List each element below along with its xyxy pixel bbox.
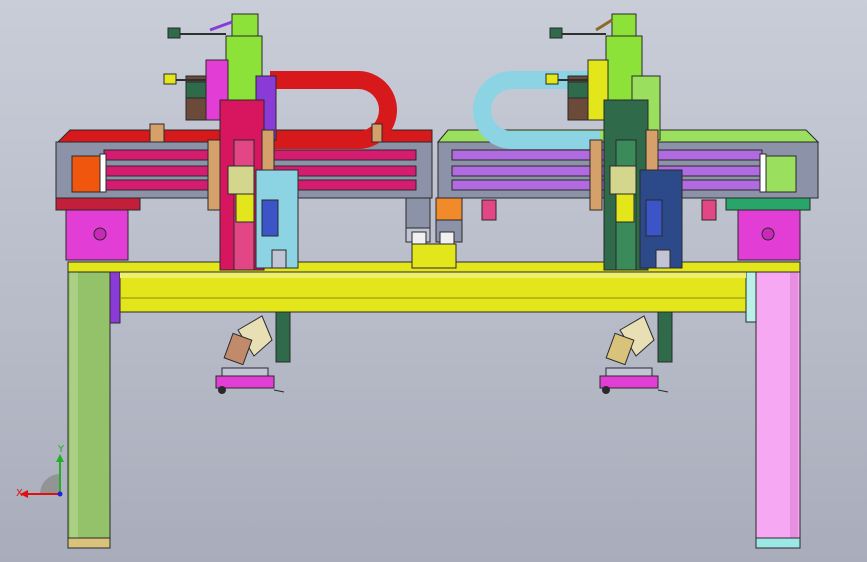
x-axis-label: X [16, 488, 23, 499]
main-cross-beam[interactable] [67, 261, 801, 313]
gantry-assembly-model[interactable] [0, 0, 867, 562]
left-cable-chain[interactable] [270, 71, 397, 149]
left-gripper-tool[interactable] [215, 311, 291, 394]
y-axis-label: Y [57, 444, 65, 455]
right-gripper-tool[interactable] [599, 311, 673, 394]
side-block-left [481, 199, 497, 221]
side-block-top-mid [371, 123, 383, 143]
coordinate-triad: Y X [16, 444, 65, 499]
side-block-right [701, 199, 717, 221]
right-leg[interactable] [745, 267, 801, 549]
cad-viewport[interactable]: Y X [0, 0, 867, 562]
center-bracket[interactable] [411, 231, 457, 269]
side-block-top-left [149, 123, 165, 143]
